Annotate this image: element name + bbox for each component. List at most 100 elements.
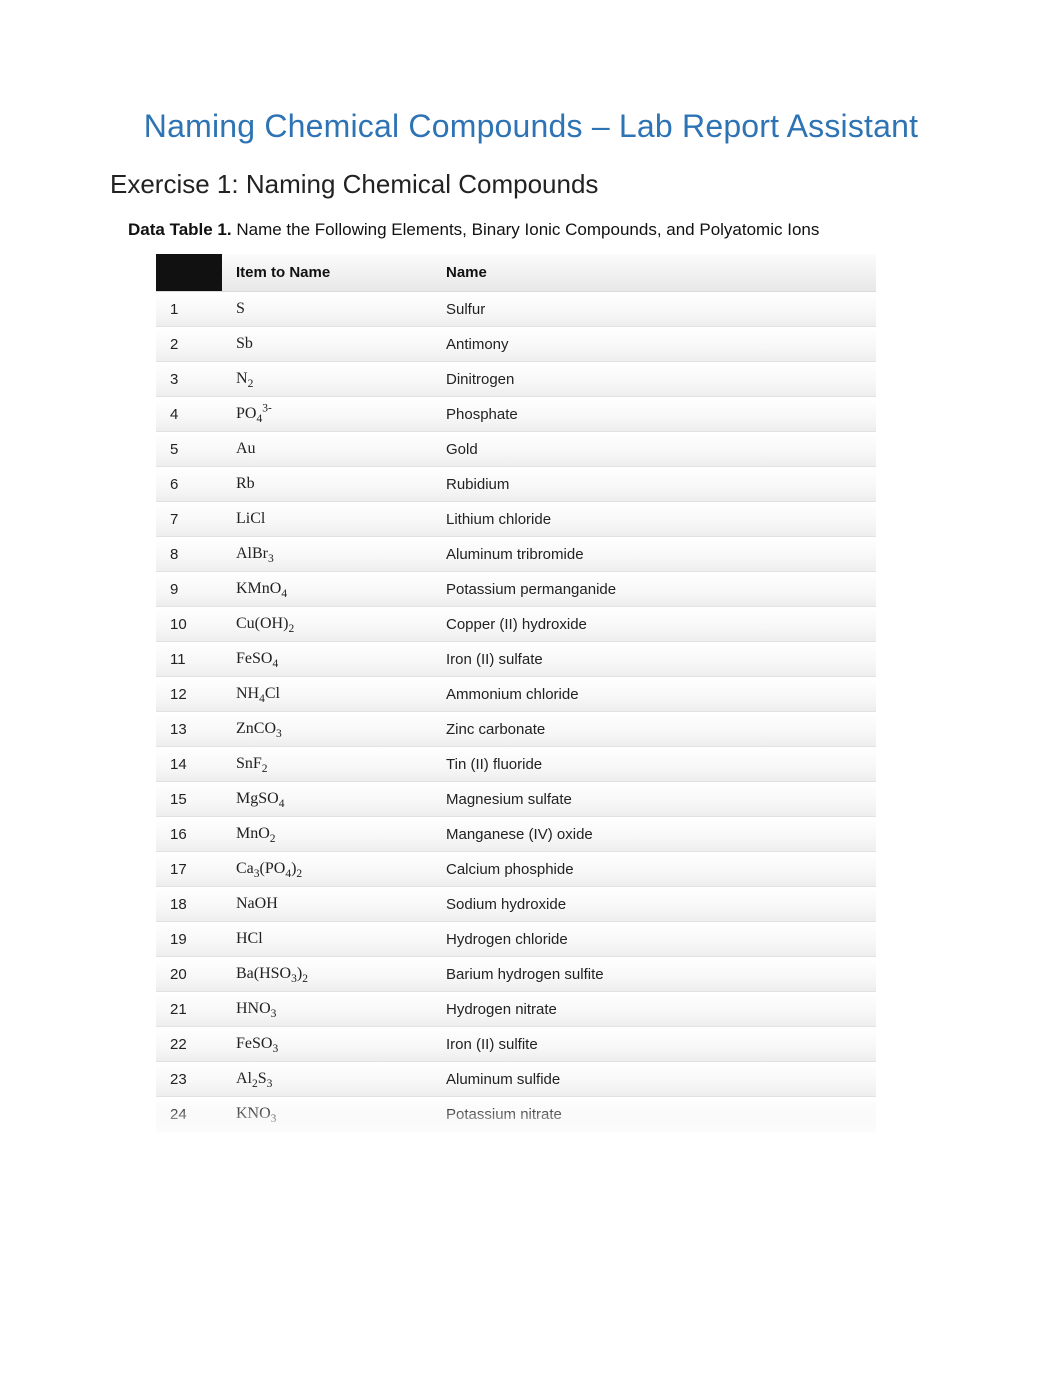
- table-caption-label: Data Table 1.: [128, 220, 232, 239]
- row-number: 6: [156, 467, 222, 502]
- row-number: 7: [156, 502, 222, 537]
- row-number: 12: [156, 677, 222, 712]
- compound-name: Hydrogen chloride: [432, 922, 876, 957]
- table-row: 3 N2 Dinitrogen: [156, 362, 876, 397]
- chemical-formula: Rb: [236, 475, 255, 492]
- chemical-formula: Sb: [236, 335, 253, 352]
- item-to-name: AlBr3: [222, 537, 432, 572]
- table-row: 17Ca3(PO4)2Calcium phosphide: [156, 852, 876, 887]
- item-to-name: ZnCO3: [222, 712, 432, 747]
- chemical-formula: NH4Cl: [236, 685, 280, 702]
- compound-name: Aluminum tribromide: [432, 537, 876, 572]
- item-to-name: MnO2: [222, 817, 432, 852]
- chemical-formula: S: [236, 300, 245, 317]
- row-number: 10: [156, 607, 222, 642]
- compound-name: Ammonium chloride: [432, 677, 876, 712]
- item-to-name: NH4Cl: [222, 677, 432, 712]
- table-row: 10Cu(OH)2Copper (II) hydroxide: [156, 607, 876, 642]
- item-to-name: MgSO4: [222, 782, 432, 817]
- item-to-name: Cu(OH)2: [222, 607, 432, 642]
- item-to-name: Rb: [222, 467, 432, 502]
- compound-name: Dinitrogen: [432, 362, 876, 397]
- chemical-formula: Al2S3: [236, 1070, 272, 1087]
- compound-name: Potassium permanganide: [432, 572, 876, 607]
- chemical-formula: AlBr3: [236, 545, 274, 562]
- item-to-name: KMnO4: [222, 572, 432, 607]
- compound-name: Antimony: [432, 327, 876, 362]
- page-title: Naming Chemical Compounds – Lab Report A…: [110, 108, 952, 145]
- row-number: 18: [156, 887, 222, 922]
- item-to-name: S: [222, 292, 432, 327]
- compound-name: Magnesium sulfate: [432, 782, 876, 817]
- table-caption: Data Table 1. Name the Following Element…: [128, 220, 952, 240]
- table-row: 22FeSO3Iron (II) sulfite: [156, 1027, 876, 1062]
- chemical-formula: N2: [236, 370, 253, 387]
- row-number: 22: [156, 1027, 222, 1062]
- col-header-item: Item to Name: [222, 254, 432, 292]
- row-number: 5: [156, 432, 222, 467]
- item-to-name: FeSO3: [222, 1027, 432, 1062]
- table-row: 12 NH4Cl Ammonium chloride: [156, 677, 876, 712]
- document-page: Naming Chemical Compounds – Lab Report A…: [0, 0, 1062, 1172]
- table-row: 20Ba(HSO3)2Barium hydrogen sulfite: [156, 957, 876, 992]
- data-table-1: Item to Name Name 1S Sulfur 2 Sb Antimony 3 N2…: [156, 254, 876, 1132]
- table-row: 4PO43-Phosphate: [156, 397, 876, 432]
- row-number: 14: [156, 747, 222, 782]
- row-number: 2: [156, 327, 222, 362]
- item-to-name: SnF2: [222, 747, 432, 782]
- row-number: 13: [156, 712, 222, 747]
- compound-name: Lithium chloride: [432, 502, 876, 537]
- compound-name: Sodium hydroxide: [432, 887, 876, 922]
- exercise-heading: Exercise 1: Naming Chemical Compounds: [110, 169, 952, 200]
- chemical-formula: Au: [236, 440, 256, 457]
- table-row: 11FeSO4Iron (II) sulfate: [156, 642, 876, 677]
- row-number: 4: [156, 397, 222, 432]
- table-row: 9KMnO4Potassium permanganide: [156, 572, 876, 607]
- table-row: 8 AlBr3 Aluminum tribromide: [156, 537, 876, 572]
- col-header-name: Name: [432, 254, 876, 292]
- item-to-name: HCl: [222, 922, 432, 957]
- compound-name: Sulfur: [432, 292, 876, 327]
- item-to-name: Ba(HSO3)2: [222, 957, 432, 992]
- item-to-name: Au: [222, 432, 432, 467]
- chemical-formula: KNO3: [236, 1105, 276, 1122]
- chemical-formula: MnO2: [236, 825, 276, 842]
- col-header-index: [156, 254, 222, 292]
- row-number: 15: [156, 782, 222, 817]
- compound-name: Zinc carbonate: [432, 712, 876, 747]
- chemical-formula: NaOH: [236, 895, 278, 912]
- table-row: 7 LiCl Lithium chloride: [156, 502, 876, 537]
- chemical-formula: MgSO4: [236, 790, 284, 807]
- table-caption-text: Name the Following Elements, Binary Ioni…: [232, 220, 820, 239]
- row-number: 8: [156, 537, 222, 572]
- table-row: 19HClHydrogen chloride: [156, 922, 876, 957]
- table-row: 14 SnF2 Tin (II) fluoride: [156, 747, 876, 782]
- chemical-formula: SnF2: [236, 755, 268, 772]
- compound-name: Potassium nitrate: [432, 1097, 876, 1132]
- row-number: 1: [156, 292, 222, 327]
- item-to-name: LiCl: [222, 502, 432, 537]
- row-number: 23: [156, 1062, 222, 1097]
- table-row: 21HNO3Hydrogen nitrate: [156, 992, 876, 1027]
- table-row: 5AuGold: [156, 432, 876, 467]
- item-to-name: NaOH: [222, 887, 432, 922]
- item-to-name: FeSO4: [222, 642, 432, 677]
- row-number: 19: [156, 922, 222, 957]
- item-to-name: Al2S3: [222, 1062, 432, 1097]
- compound-name: Iron (II) sulfate: [432, 642, 876, 677]
- table-row: 16MnO2Manganese (IV) oxide: [156, 817, 876, 852]
- row-number: 20: [156, 957, 222, 992]
- compound-name: Manganese (IV) oxide: [432, 817, 876, 852]
- item-to-name: N2: [222, 362, 432, 397]
- chemical-formula: LiCl: [236, 510, 265, 527]
- compound-name: Barium hydrogen sulfite: [432, 957, 876, 992]
- row-number: 11: [156, 642, 222, 677]
- compound-name: Tin (II) fluoride: [432, 747, 876, 782]
- table-row: 1S Sulfur: [156, 292, 876, 327]
- item-to-name: KNO3: [222, 1097, 432, 1132]
- row-number: 21: [156, 992, 222, 1027]
- table-row: 18 NaOH Sodium hydroxide: [156, 887, 876, 922]
- row-number: 24: [156, 1097, 222, 1132]
- table-row: 23Al2S3Aluminum sulfide: [156, 1062, 876, 1097]
- row-number: 3: [156, 362, 222, 397]
